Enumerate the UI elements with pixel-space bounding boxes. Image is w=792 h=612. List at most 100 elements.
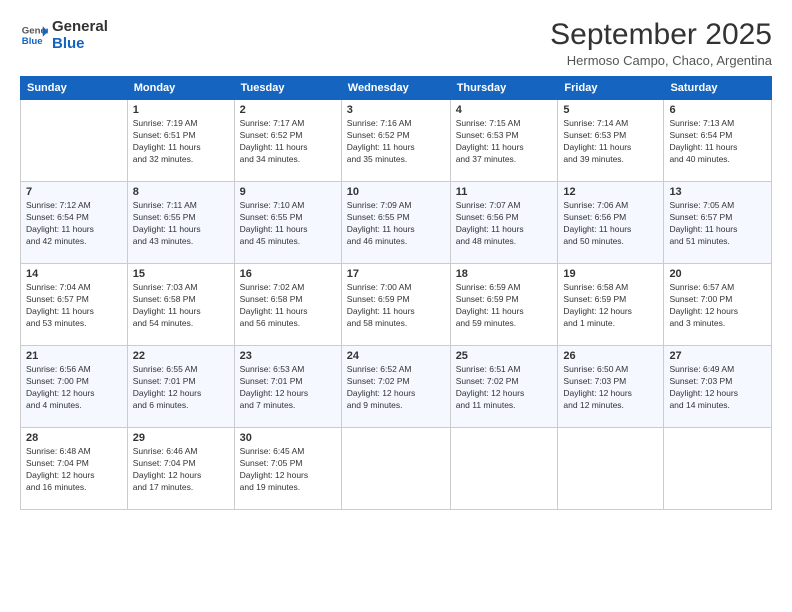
day-cell: 5 Sunrise: 7:14 AMSunset: 6:53 PMDaylight… (558, 100, 664, 182)
day-cell: 24 Sunrise: 6:52 AMSunset: 7:02 PMDayligh… (341, 346, 450, 428)
header: General Blue General Blue September 2025… (20, 18, 772, 68)
day-info: Sunrise: 6:48 AMSunset: 7:04 PMDaylight:… (26, 446, 122, 494)
day-number: 24 (347, 350, 445, 362)
day-cell: 2 Sunrise: 7:17 AMSunset: 6:52 PMDaylight… (234, 100, 341, 182)
header-cell-thursday: Thursday (450, 77, 558, 100)
day-info: Sunrise: 7:14 AMSunset: 6:53 PMDaylight:… (563, 118, 658, 166)
header-cell-wednesday: Wednesday (341, 77, 450, 100)
day-number: 25 (456, 350, 553, 362)
day-cell (558, 428, 664, 510)
day-cell (664, 428, 772, 510)
day-info: Sunrise: 7:15 AMSunset: 6:53 PMDaylight:… (456, 118, 553, 166)
day-cell (450, 428, 558, 510)
week-row-3: 21 Sunrise: 6:56 AMSunset: 7:00 PMDayligh… (21, 346, 772, 428)
day-cell: 21 Sunrise: 6:56 AMSunset: 7:00 PMDayligh… (21, 346, 128, 428)
day-number: 13 (669, 186, 766, 198)
day-number: 27 (669, 350, 766, 362)
day-cell: 22Sunrise: 6:55 AMSunset: 7:01 PMDayligh… (127, 346, 234, 428)
day-number: 20 (669, 268, 766, 280)
day-number: 11 (456, 186, 553, 198)
day-number: 15 (133, 268, 229, 280)
month-title: September 2025 (550, 18, 772, 51)
day-info: Sunrise: 6:49 AMSunset: 7:03 PMDaylight:… (669, 364, 766, 412)
day-number: 30 (240, 432, 336, 444)
day-number: 29 (133, 432, 229, 444)
day-number: 2 (240, 104, 336, 116)
day-info: Sunrise: 6:52 AMSunset: 7:02 PMDaylight:… (347, 364, 445, 412)
page: General Blue General Blue September 2025… (0, 0, 792, 612)
day-cell: 9 Sunrise: 7:10 AMSunset: 6:55 PMDaylight… (234, 182, 341, 264)
day-info: Sunrise: 6:59 AMSunset: 6:59 PMDaylight:… (456, 282, 553, 330)
day-cell: 20 Sunrise: 6:57 AMSunset: 7:00 PMDayligh… (664, 264, 772, 346)
day-cell: 13 Sunrise: 7:05 AMSunset: 6:57 PMDayligh… (664, 182, 772, 264)
day-number: 21 (26, 350, 122, 362)
logo-general: General (52, 18, 108, 35)
subtitle: Hermoso Campo, Chaco, Argentina (550, 53, 772, 68)
day-number: 4 (456, 104, 553, 116)
header-cell-saturday: Saturday (664, 77, 772, 100)
day-number: 3 (347, 104, 445, 116)
day-number: 9 (240, 186, 336, 198)
day-number: 10 (347, 186, 445, 198)
day-cell: 10 Sunrise: 7:09 AMSunset: 6:55 PMDayligh… (341, 182, 450, 264)
day-info: Sunrise: 7:19 AMSunset: 6:51 PMDaylight:… (133, 118, 229, 166)
week-row-1: 7Sunrise: 7:12 AMSunset: 6:54 PMDaylight… (21, 182, 772, 264)
day-number: 22 (133, 350, 229, 362)
header-cell-tuesday: Tuesday (234, 77, 341, 100)
day-cell: 4 Sunrise: 7:15 AMSunset: 6:53 PMDaylight… (450, 100, 558, 182)
day-info: Sunrise: 6:56 AMSunset: 7:00 PMDaylight:… (26, 364, 122, 412)
header-row: SundayMondayTuesdayWednesdayThursdayFrid… (21, 77, 772, 100)
day-cell: 27 Sunrise: 6:49 AMSunset: 7:03 PMDayligh… (664, 346, 772, 428)
day-number: 12 (563, 186, 658, 198)
header-cell-friday: Friday (558, 77, 664, 100)
week-row-4: 28 Sunrise: 6:48 AMSunset: 7:04 PMDayligh… (21, 428, 772, 510)
day-cell: 19 Sunrise: 6:58 AMSunset: 6:59 PMDayligh… (558, 264, 664, 346)
day-info: Sunrise: 7:06 AMSunset: 6:56 PMDaylight:… (563, 200, 658, 248)
day-cell: 8Sunrise: 7:11 AMSunset: 6:55 PMDaylight… (127, 182, 234, 264)
day-cell: 6 Sunrise: 7:13 AMSunset: 6:54 PMDaylight… (664, 100, 772, 182)
day-info: Sunrise: 7:17 AMSunset: 6:52 PMDaylight:… (240, 118, 336, 166)
day-info: Sunrise: 7:09 AMSunset: 6:55 PMDaylight:… (347, 200, 445, 248)
day-info: Sunrise: 7:16 AMSunset: 6:52 PMDaylight:… (347, 118, 445, 166)
day-info: Sunrise: 6:57 AMSunset: 7:00 PMDaylight:… (669, 282, 766, 330)
day-info: Sunrise: 6:50 AMSunset: 7:03 PMDaylight:… (563, 364, 658, 412)
day-number: 6 (669, 104, 766, 116)
logo-icon: General Blue (20, 21, 48, 49)
logo: General Blue General Blue (20, 18, 108, 53)
day-info: Sunrise: 6:51 AMSunset: 7:02 PMDaylight:… (456, 364, 553, 412)
day-cell: 14Sunrise: 7:04 AMSunset: 6:57 PMDayligh… (21, 264, 128, 346)
day-number: 7 (26, 186, 122, 198)
day-cell: 15 Sunrise: 7:03 AMSunset: 6:58 PMDayligh… (127, 264, 234, 346)
week-row-2: 14Sunrise: 7:04 AMSunset: 6:57 PMDayligh… (21, 264, 772, 346)
day-cell: 7Sunrise: 7:12 AMSunset: 6:54 PMDaylight… (21, 182, 128, 264)
day-number: 19 (563, 268, 658, 280)
day-info: Sunrise: 7:02 AMSunset: 6:58 PMDaylight:… (240, 282, 336, 330)
day-cell: 30Sunrise: 6:45 AMSunset: 7:05 PMDayligh… (234, 428, 341, 510)
day-number: 5 (563, 104, 658, 116)
day-cell: 29 Sunrise: 6:46 AMSunset: 7:04 PMDayligh… (127, 428, 234, 510)
day-info: Sunrise: 7:10 AMSunset: 6:55 PMDaylight:… (240, 200, 336, 248)
day-number: 18 (456, 268, 553, 280)
day-info: Sunrise: 6:53 AMSunset: 7:01 PMDaylight:… (240, 364, 336, 412)
day-number: 16 (240, 268, 336, 280)
day-cell: 17Sunrise: 7:00 AMSunset: 6:59 PMDayligh… (341, 264, 450, 346)
day-info: Sunrise: 7:13 AMSunset: 6:54 PMDaylight:… (669, 118, 766, 166)
day-number: 23 (240, 350, 336, 362)
day-cell: 26 Sunrise: 6:50 AMSunset: 7:03 PMDayligh… (558, 346, 664, 428)
svg-text:Blue: Blue (22, 36, 43, 47)
title-block: September 2025 Hermoso Campo, Chaco, Arg… (550, 18, 772, 68)
day-cell: 3 Sunrise: 7:16 AMSunset: 6:52 PMDaylight… (341, 100, 450, 182)
week-row-0: 1Sunrise: 7:19 AMSunset: 6:51 PMDaylight… (21, 100, 772, 182)
day-info: Sunrise: 7:05 AMSunset: 6:57 PMDaylight:… (669, 200, 766, 248)
day-info: Sunrise: 6:58 AMSunset: 6:59 PMDaylight:… (563, 282, 658, 330)
day-info: Sunrise: 6:46 AMSunset: 7:04 PMDaylight:… (133, 446, 229, 494)
day-number: 26 (563, 350, 658, 362)
day-cell: 11Sunrise: 7:07 AMSunset: 6:56 PMDayligh… (450, 182, 558, 264)
day-cell: 16 Sunrise: 7:02 AMSunset: 6:58 PMDayligh… (234, 264, 341, 346)
day-cell: 23 Sunrise: 6:53 AMSunset: 7:01 PMDayligh… (234, 346, 341, 428)
day-number: 28 (26, 432, 122, 444)
calendar-table: SundayMondayTuesdayWednesdayThursdayFrid… (20, 76, 772, 510)
day-info: Sunrise: 7:03 AMSunset: 6:58 PMDaylight:… (133, 282, 229, 330)
day-cell: 1Sunrise: 7:19 AMSunset: 6:51 PMDaylight… (127, 100, 234, 182)
day-number: 8 (133, 186, 229, 198)
